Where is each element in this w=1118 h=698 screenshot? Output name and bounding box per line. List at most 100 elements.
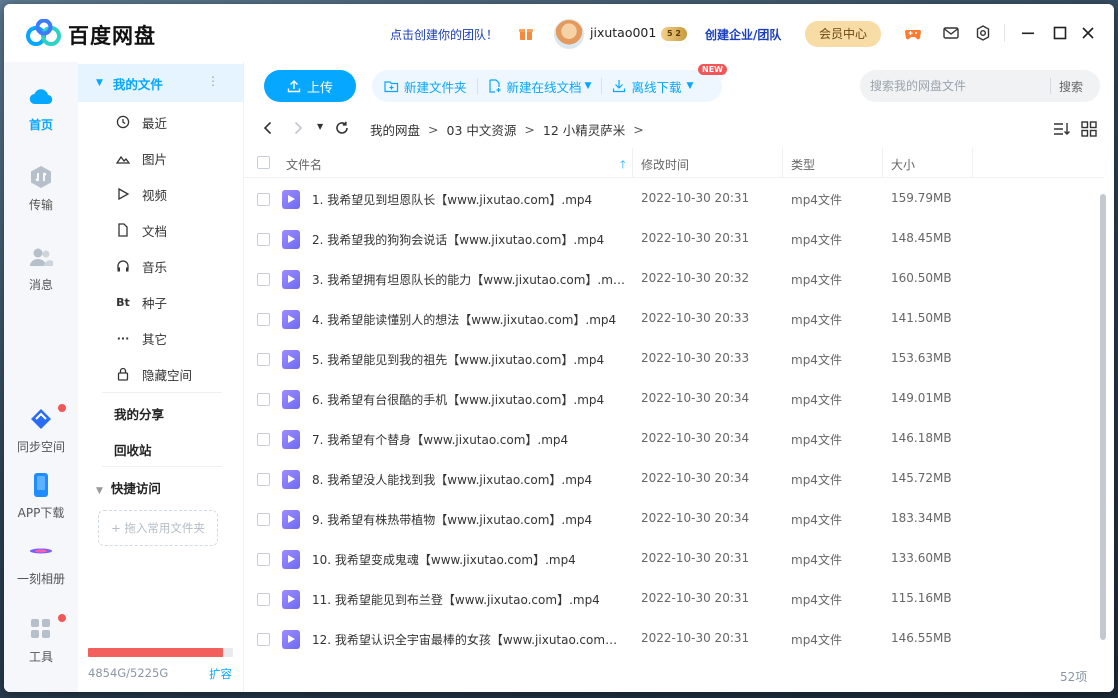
rail-item-album[interactable]: 一刻相册 [4, 538, 78, 587]
minimize-icon[interactable] [1018, 23, 1038, 43]
file-name[interactable]: 4. 我希望能读懂别人的想法【www.jixutao.com】.mp4 [312, 311, 628, 328]
column-header-size[interactable]: 大小 [891, 156, 915, 173]
row-checkbox[interactable] [257, 593, 270, 606]
select-all-checkbox[interactable] [257, 156, 270, 169]
game-icon[interactable] [904, 24, 922, 42]
refresh-icon[interactable] [334, 120, 350, 136]
breadcrumb-item[interactable]: 03 中文资源 [447, 120, 517, 139]
file-name[interactable]: 1. 我希望见到坦恩队长【www.jixutao.com】.mp4 [312, 191, 628, 208]
sidebar-item-my-share[interactable]: 我的分享 [114, 404, 164, 423]
more-options-icon[interactable]: ⋮ [207, 74, 219, 88]
sidebar-item-docs[interactable]: 文档 [78, 212, 243, 248]
table-row[interactable]: 12. 我希望认识全宇宙最棒的女孩【www.jixutao.com】.mp4 20… [244, 619, 1104, 659]
sidebar-item-others[interactable]: ··· 其它 [78, 320, 243, 356]
file-name[interactable]: 9. 我希望有株热带植物【www.jixutao.com】.mp4 [312, 511, 628, 528]
rail-item-tools[interactable]: 工具 [4, 614, 78, 665]
file-name[interactable]: 2. 我希望我的狗狗会说话【www.jixutao.com】.mp4 [312, 231, 628, 248]
sort-asc-icon[interactable]: 🡑 [620, 156, 626, 175]
rail-item-transfer[interactable]: 传输 [4, 164, 78, 213]
upload-button[interactable]: 上传 [264, 70, 356, 102]
search-button[interactable]: 搜索 [1059, 78, 1083, 95]
file-name[interactable]: 5. 我希望能见到我的祖先【www.jixutao.com】.mp4 [312, 351, 628, 368]
dropdown-arrow-icon[interactable]: ▼ [585, 81, 592, 91]
sidebar-item-recent[interactable]: 最近 [78, 104, 243, 140]
sidebar-item-videos[interactable]: 视频 [78, 176, 243, 212]
file-name[interactable]: 12. 我希望认识全宇宙最棒的女孩【www.jixutao.com】.mp4 [312, 631, 628, 648]
member-center-button[interactable]: 会员中心 [805, 21, 881, 47]
new-folder-button[interactable]: 新建文件夹 [384, 77, 467, 96]
sidebar-item-quick-access[interactable]: ▼ 快捷访问 [96, 478, 161, 497]
sidebar-item-hidden-space[interactable]: 隐藏空间 [78, 356, 243, 392]
table-row[interactable]: 8. 我希望没人能找到我【www.jixutao.com】.mp4 2022-10… [244, 459, 1104, 499]
file-name[interactable]: 11. 我希望能见到布兰登【www.jixutao.com】.mp4 [312, 591, 628, 608]
table-row[interactable]: 3. 我希望拥有坦恩队长的能力【www.jixutao.com】.mp4 2022… [244, 259, 1104, 299]
table-row[interactable]: 7. 我希望有个替身【www.jixutao.com】.mp4 2022-10-3… [244, 419, 1104, 459]
mail-icon[interactable] [942, 24, 960, 42]
file-name[interactable]: 6. 我希望有台很酷的手机【www.jixutao.com】.mp4 [312, 391, 628, 408]
column-header-type[interactable]: 类型 [791, 156, 815, 173]
table-row[interactable]: 9. 我希望有株热带植物【www.jixutao.com】.mp4 2022-10… [244, 499, 1104, 539]
table-row[interactable]: 10. 我希望变成鬼魂【www.jixutao.com】.mp4 2022-10-… [244, 539, 1104, 579]
search-input[interactable] [870, 79, 1050, 93]
create-enterprise-link[interactable]: 创建企业/团队 [705, 26, 781, 43]
row-checkbox[interactable] [257, 633, 270, 646]
row-checkbox[interactable] [257, 513, 270, 526]
sort-list-icon[interactable] [1052, 120, 1070, 138]
settings-icon[interactable] [974, 24, 992, 42]
scrollbar[interactable] [1100, 194, 1106, 640]
column-divider [972, 148, 973, 178]
create-team-link[interactable]: 点击创建你的团队！ [390, 26, 498, 43]
username[interactable]: jixutao001 [590, 25, 656, 40]
gift-icon[interactable] [518, 25, 534, 41]
breadcrumb-item[interactable]: 12 小精灵萨米 [543, 120, 625, 139]
sidebar-item-images[interactable]: 图片 [78, 140, 243, 176]
column-header-time[interactable]: 修改时间 [641, 156, 689, 173]
file-name[interactable]: 3. 我希望拥有坦恩队长的能力【www.jixutao.com】.mp4 [312, 271, 628, 288]
toolbar-divider [476, 78, 478, 94]
column-header-name[interactable]: 文件名 [286, 156, 322, 173]
row-checkbox[interactable] [257, 433, 270, 446]
rail-item-messages[interactable]: 消息 [4, 244, 78, 293]
row-checkbox[interactable] [257, 273, 270, 286]
sidebar-item-recycle-bin[interactable]: 回收站 [114, 440, 152, 459]
row-checkbox[interactable] [257, 313, 270, 326]
rail-label-home: 首页 [28, 118, 53, 132]
dropdown-arrow-icon[interactable]: ▼ [686, 81, 693, 91]
file-name[interactable]: 8. 我希望没人能找到我【www.jixutao.com】.mp4 [312, 471, 628, 488]
rail-item-home[interactable]: 首页 [4, 84, 78, 133]
offline-download-button[interactable]: 离线下载 ▼ [612, 77, 693, 96]
row-checkbox[interactable] [257, 353, 270, 366]
row-checkbox[interactable] [257, 233, 270, 246]
offline-download-label: 离线下载 [631, 79, 682, 95]
maximize-icon[interactable] [1050, 23, 1070, 43]
history-dropdown-icon[interactable]: ▼ [317, 122, 323, 131]
table-row[interactable]: 6. 我希望有台很酷的手机【www.jixutao.com】.mp4 2022-1… [244, 379, 1104, 419]
rail-item-sync[interactable]: 同步空间 [4, 404, 78, 455]
new-online-doc-button[interactable]: 新建在线文档 ▼ [488, 77, 592, 96]
grid-view-icon[interactable] [1080, 120, 1098, 138]
rail-item-app-download[interactable]: APP下载 [4, 472, 78, 521]
sidebar-item-music[interactable]: 音乐 [78, 248, 243, 284]
table-row[interactable]: 1. 我希望见到坦恩队长【www.jixutao.com】.mp4 2022-10… [244, 179, 1104, 219]
breadcrumb-item[interactable]: 我的网盘 [370, 120, 420, 139]
table-row[interactable]: 4. 我希望能读懂别人的想法【www.jixutao.com】.mp4 2022-… [244, 299, 1104, 339]
expand-arrow-icon[interactable]: ▼ [96, 78, 103, 88]
sidebar-item-my-files[interactable]: ▼ 我的文件 ⋮ [78, 64, 243, 102]
row-checkbox[interactable] [257, 393, 270, 406]
close-icon[interactable] [1078, 23, 1098, 43]
table-row[interactable]: 11. 我希望能见到布兰登【www.jixutao.com】.mp4 2022-1… [244, 579, 1104, 619]
file-name[interactable]: 10. 我希望变成鬼魂【www.jixutao.com】.mp4 [312, 551, 628, 568]
expand-storage-link[interactable]: 扩容 [209, 666, 232, 682]
forward-icon[interactable] [290, 120, 306, 136]
expand-arrow-icon[interactable]: ▼ [96, 486, 103, 496]
table-row[interactable]: 5. 我希望能见到我的祖先【www.jixutao.com】.mp4 2022-1… [244, 339, 1104, 379]
table-row[interactable]: 2. 我希望我的狗狗会说话【www.jixutao.com】.mp4 2022-1… [244, 219, 1104, 259]
back-icon[interactable] [260, 120, 276, 136]
file-name[interactable]: 7. 我希望有个替身【www.jixutao.com】.mp4 [312, 431, 628, 448]
row-checkbox[interactable] [257, 473, 270, 486]
sidebar-item-torrents[interactable]: Bt 种子 [78, 284, 243, 320]
row-checkbox[interactable] [257, 193, 270, 206]
drop-folder-zone[interactable]: + 拖入常用文件夹 [98, 510, 218, 546]
row-checkbox[interactable] [257, 553, 270, 566]
avatar[interactable] [554, 19, 584, 49]
